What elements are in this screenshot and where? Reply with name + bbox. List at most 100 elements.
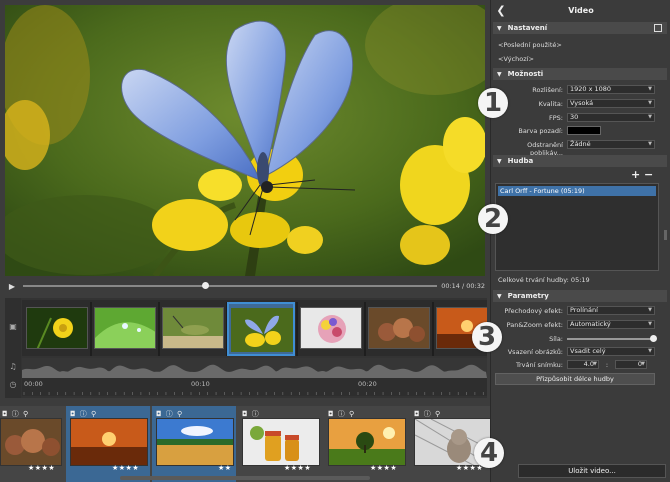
strip-thumb[interactable] (300, 307, 362, 349)
music-list[interactable]: Carl Orff - Fortune (05:19) (495, 183, 659, 271)
preset-default[interactable]: <Výchozí> (498, 55, 534, 63)
timeline: ▣ ♫ ◷ 00:00 00:10 00:20 (5, 298, 487, 474)
panzoom-value: Automatický (570, 320, 611, 328)
flicker-value: Žádné (570, 140, 591, 148)
video-preview (5, 5, 485, 276)
callout-badge: 4 (474, 438, 504, 468)
preset-last-used[interactable]: <Poslední použité> (498, 41, 562, 49)
strip-thumb-selected[interactable] (227, 302, 295, 356)
collapse-triangle-icon: ▼ (497, 292, 502, 300)
chevron-down-icon: ▼ (648, 307, 652, 313)
fit-dropdown[interactable]: Vsadit celý ▼ (567, 347, 655, 356)
gallery-item[interactable]: ◘ ⓘ ★★★★ (238, 406, 322, 482)
strength-label: Síla: (549, 335, 563, 343)
gallery-scrollbar[interactable] (120, 476, 370, 480)
rating-stars[interactable]: ★★★★ (112, 464, 139, 472)
seek-bar[interactable] (19, 279, 441, 293)
panzoom-dropdown[interactable]: Automatický ▼ (567, 320, 655, 329)
rating-stars[interactable]: ★★★★ (370, 464, 397, 472)
section-music[interactable]: ▼ Hudba (493, 155, 667, 167)
panel-title: Video (568, 5, 594, 15)
resolution-value: 1920 x 1080 (570, 85, 612, 93)
photo-gallery[interactable]: ◘ ⓘ ⚲ ★★★★ ◘ ⓘ ⚲ ★★★★ ◘ ⓘ ⚲ ★★ ◘ ⓘ ★★★★ … (0, 406, 490, 482)
strip-thumb[interactable] (162, 307, 224, 349)
section-label: Možnosti (507, 70, 544, 78)
music-track-icon: ♫ (9, 362, 17, 371)
strip-thumb[interactable] (26, 307, 88, 349)
panzoom-label: Pan&Zoom efekt: (506, 321, 563, 329)
quality-dropdown[interactable]: Vysoká ▼ (567, 99, 655, 108)
transition-dropdown[interactable]: Prolínání ▼ (567, 306, 655, 315)
gallery-item[interactable]: ◘ ⓘ ⚲ ★★★★ (0, 406, 64, 482)
section-settings[interactable]: ▼ Nastavení (493, 22, 667, 34)
collapse-triangle-icon: ▼ (497, 70, 502, 78)
gallery-photo (328, 418, 406, 466)
gallery-photo (242, 418, 320, 466)
music-total-duration: Celkové trvání hudby: 05:19 (498, 276, 590, 284)
strip-separator (364, 302, 366, 356)
bg-color-swatch[interactable] (567, 126, 601, 135)
bg-color-label: Barva pozadí: (518, 127, 563, 135)
fps-dropdown[interactable]: 30 ▼ (567, 113, 655, 122)
collapse-triangle-icon: ▼ (497, 157, 502, 165)
remove-music-icon[interactable]: − (644, 168, 653, 181)
strip-thumb[interactable] (94, 307, 156, 349)
strip-separator (432, 302, 434, 356)
slide-strip[interactable] (22, 300, 487, 356)
chevron-down-icon: ▼ (648, 321, 652, 327)
chevron-down-icon: ▼ (641, 361, 645, 367)
waveform-graphic (22, 364, 487, 378)
transition-label: Přechodový efekt: (504, 307, 563, 315)
chevron-down-icon: ▼ (648, 348, 652, 354)
flicker-dropdown[interactable]: Žádné ▼ (567, 140, 655, 149)
ruler-tick-label: 00:00 (24, 380, 43, 388)
gallery-photo (156, 418, 234, 466)
rating-stars[interactable]: ★★★★ (284, 464, 311, 472)
audio-waveform[interactable] (22, 358, 487, 378)
collapse-triangle-icon: ▼ (497, 24, 502, 32)
panel-scrollbar[interactable] (664, 230, 667, 240)
gallery-item[interactable]: ◘ ⓘ ⚲ ★★★★ (324, 406, 408, 482)
quality-value: Vysoká (570, 99, 594, 107)
waveform-shape (22, 364, 487, 378)
section-label: Nastavení (507, 24, 548, 32)
strip-thumb[interactable] (368, 307, 430, 349)
duration-label: Trvání snímku: (515, 361, 563, 369)
rating-stars[interactable]: ★★★★ (28, 464, 55, 472)
resolution-dropdown[interactable]: 1920 x 1080 ▼ (567, 85, 655, 94)
duration-seconds-stepper[interactable]: 4.0 ▼ (567, 360, 599, 369)
time-readout: 00:14 / 00:32 (441, 282, 485, 290)
chevron-down-icon: ▼ (648, 114, 652, 120)
add-music-icon[interactable]: + (631, 168, 640, 181)
section-options[interactable]: ▼ Možnosti (493, 68, 667, 80)
play-icon[interactable]: ▶ (5, 279, 19, 293)
save-video-button[interactable]: Uložit video... (518, 464, 666, 478)
strength-slider-handle[interactable] (650, 335, 657, 342)
ruler-tick-label: 00:20 (358, 380, 377, 388)
video-settings-panel: ❮ Video ▼ Nastavení <Poslední použité> <… (490, 0, 670, 482)
editor-area: ▶ 00:14 / 00:32 ▣ ♫ ◷ 00:00 00:10 00:20 … (0, 0, 490, 482)
playback-bar: ▶ 00:14 / 00:32 (5, 279, 487, 293)
back-arrow-icon[interactable]: ❮ (491, 4, 511, 17)
gallery-item-selected[interactable]: ◘ ⓘ ⚲ ★★★★ (66, 406, 150, 482)
fit-value: Vsadit celý (570, 347, 606, 355)
duration-separator: : (605, 361, 609, 369)
save-preset-icon[interactable] (654, 24, 662, 32)
ruler-tick-label: 00:10 (191, 380, 210, 388)
strength-slider-track[interactable] (567, 338, 653, 340)
strip-separator (296, 302, 298, 356)
section-params[interactable]: ▼ Parametry (493, 290, 667, 302)
music-list-item[interactable]: Carl Orff - Fortune (05:19) (498, 186, 656, 196)
time-ruler[interactable]: 00:00 00:10 00:20 (22, 378, 487, 474)
fit-to-music-button[interactable]: Přizpůsobit délce hudby (495, 373, 655, 385)
gallery-item-selected[interactable]: ◘ ⓘ ⚲ ★★ (152, 406, 236, 482)
seek-handle[interactable] (202, 282, 210, 289)
duration-frames-stepper[interactable]: 0 ▼ (615, 360, 647, 369)
strip-separator (158, 302, 160, 356)
chevron-down-icon: ▼ (648, 100, 652, 106)
rating-stars[interactable]: ★★ (218, 464, 232, 472)
section-label: Parametry (507, 292, 549, 300)
resolution-label: Rozlišení: (532, 86, 563, 94)
fps-value: 30 (570, 113, 579, 121)
fps-label: FPS: (549, 114, 563, 122)
